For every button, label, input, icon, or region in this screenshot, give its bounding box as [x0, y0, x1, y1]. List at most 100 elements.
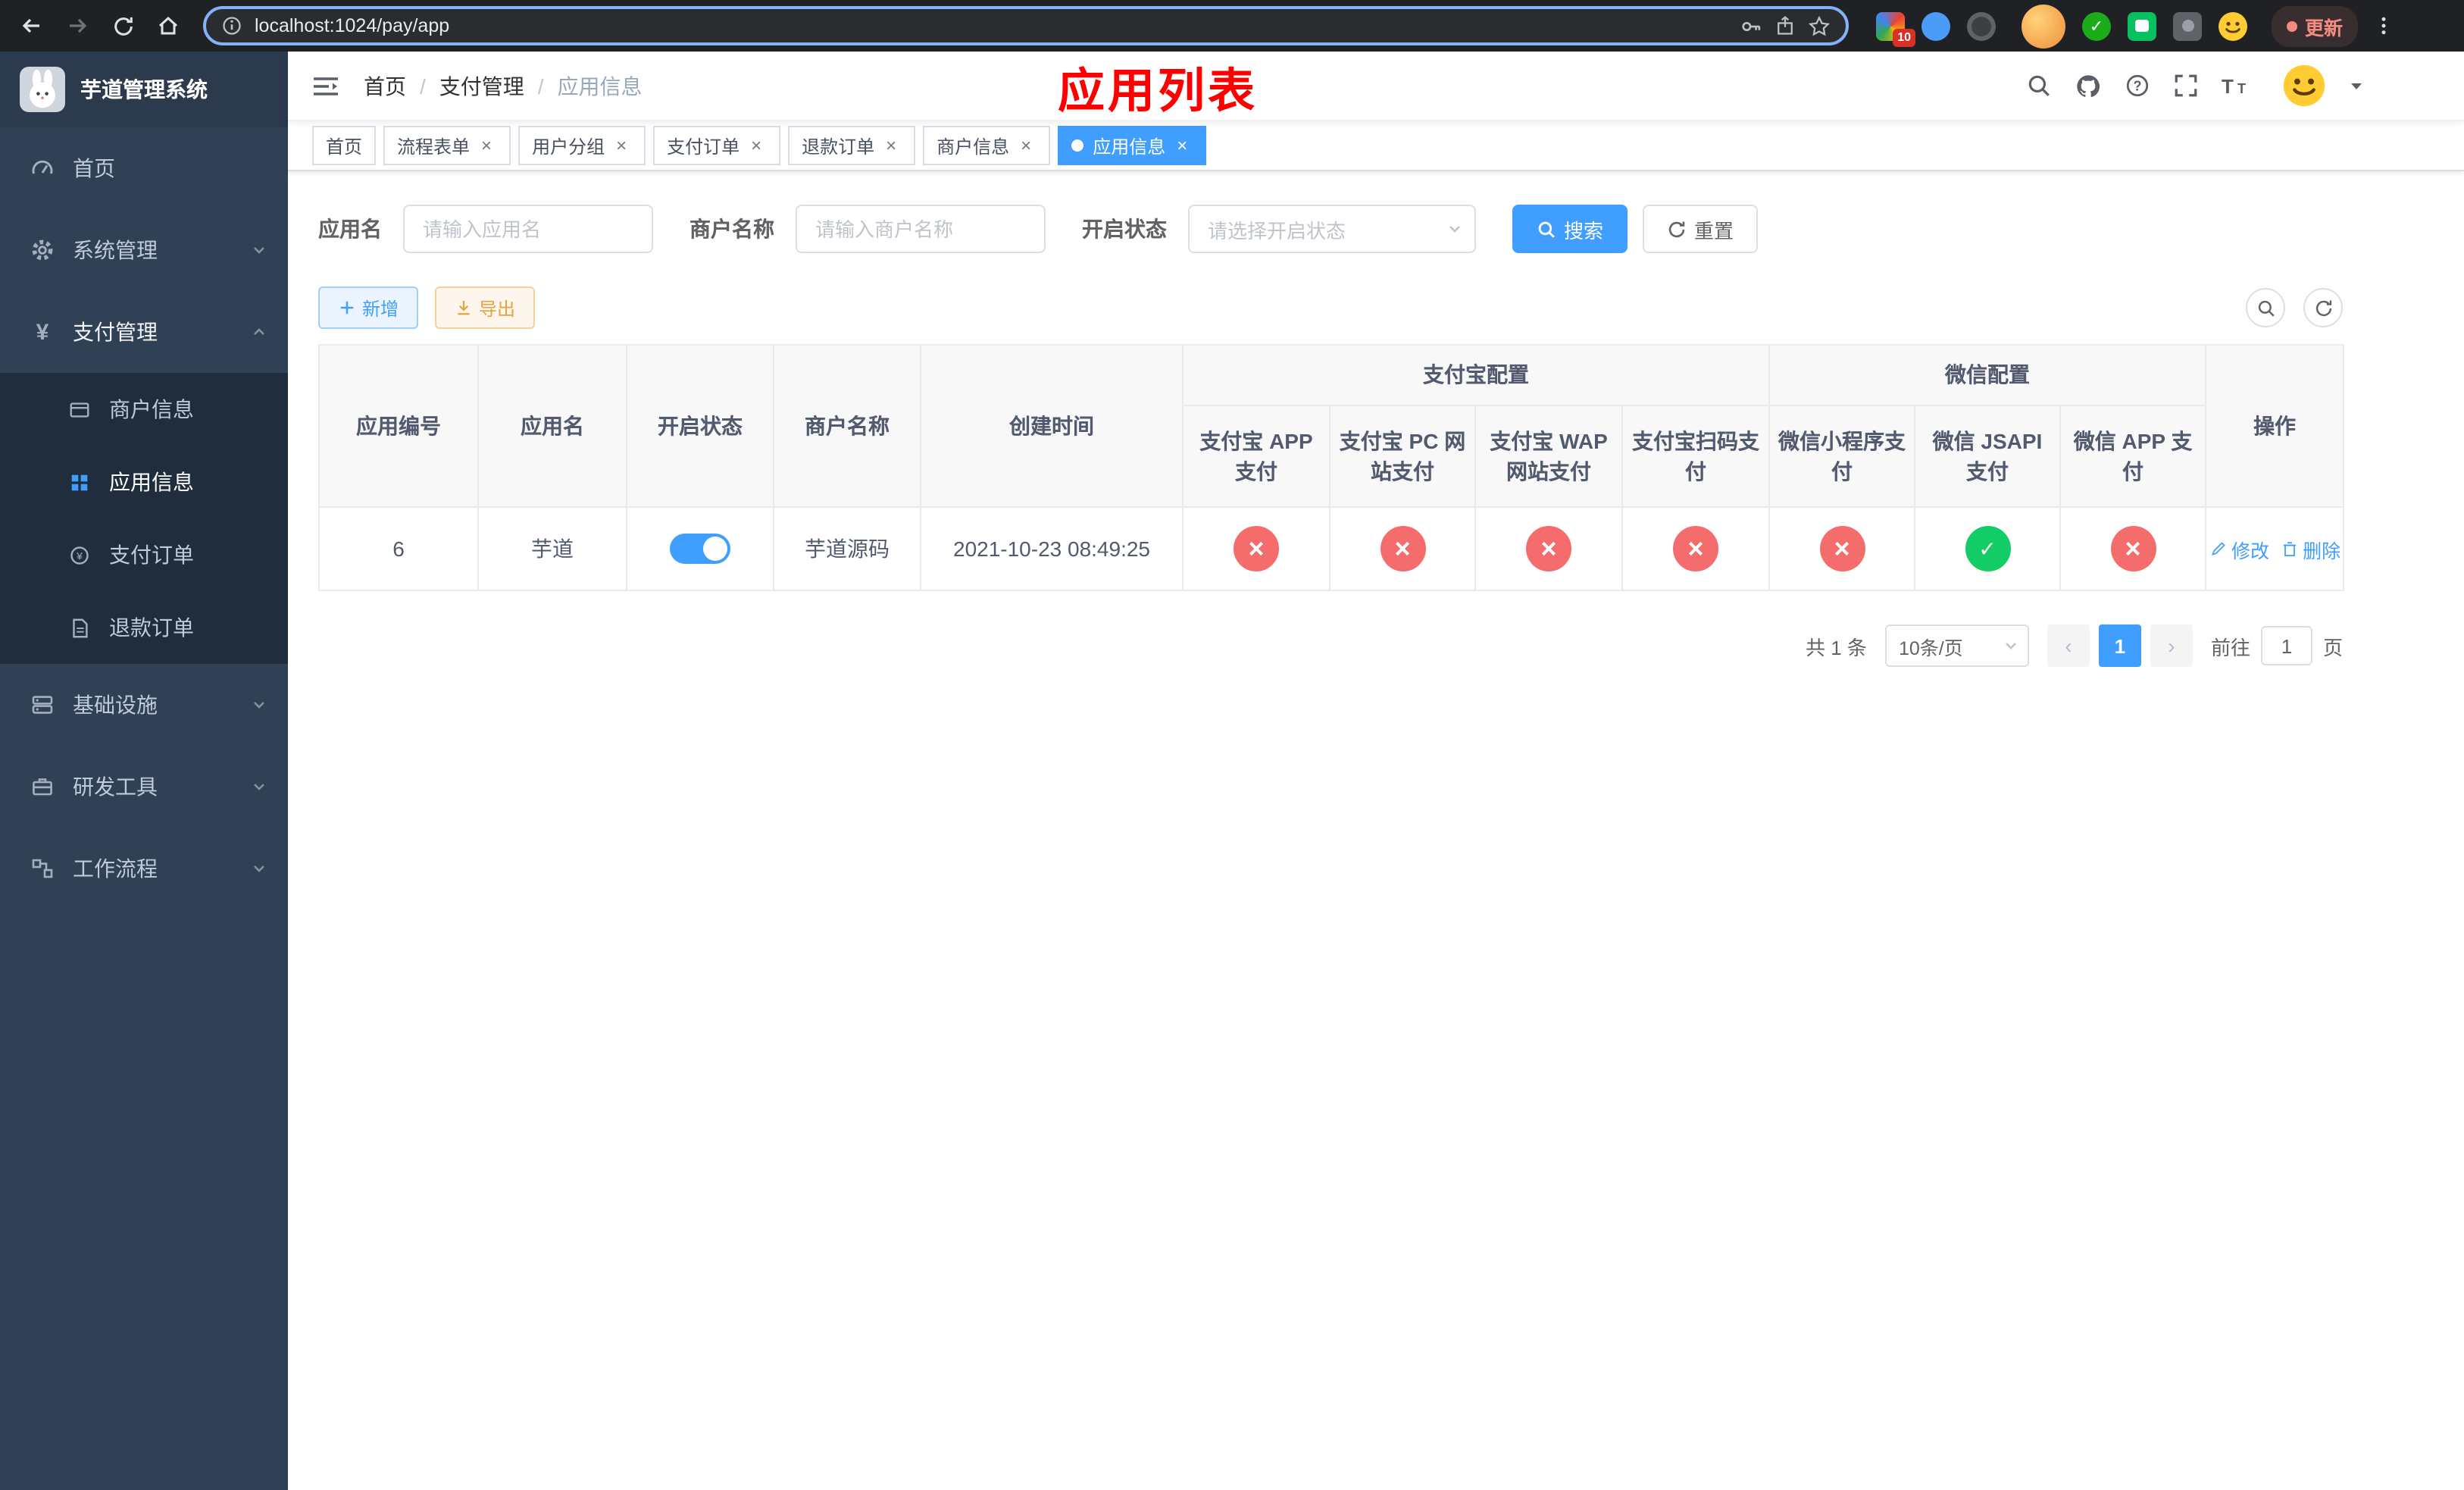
extension-emoji-icon[interactable] — [2219, 11, 2247, 40]
enabled-toggle[interactable] — [670, 534, 730, 564]
close-icon[interactable]: × — [1015, 135, 1037, 156]
address-bar[interactable]: localhost:1024/pay/app — [203, 6, 1849, 45]
refresh-table-button[interactable] — [2303, 288, 2343, 327]
col-header-actions: 操作 — [2205, 344, 2345, 508]
extension-green-check-icon[interactable] — [2082, 11, 2111, 40]
tab-merchant-info[interactable]: 商户信息 × — [923, 126, 1051, 165]
card-icon — [67, 397, 91, 421]
browser-update-button[interactable]: 更新 — [2272, 5, 2359, 46]
chevron-up-icon — [252, 324, 267, 340]
col-header-app-name: 应用名 — [477, 344, 627, 508]
tab-user-group[interactable]: 用户分组 × — [518, 126, 646, 165]
sidebar-collapse-icon[interactable] — [312, 74, 339, 98]
cell-merchant: 芋道源码 — [773, 506, 921, 591]
password-key-icon[interactable] — [1740, 14, 1762, 37]
sidebar-item-home[interactable]: 首页 — [0, 127, 288, 209]
status-select[interactable]: 请选择开启状态 — [1188, 205, 1476, 253]
close-icon[interactable]: × — [476, 135, 497, 156]
text-size-icon[interactable]: TT — [2222, 74, 2250, 97]
prev-page-button[interactable]: ‹ — [2047, 624, 2090, 667]
goto-unit: 页 — [2322, 636, 2343, 659]
extension-puzzle-icon[interactable] — [2173, 11, 2202, 40]
svg-text:?: ? — [2133, 78, 2141, 93]
user-avatar[interactable] — [2282, 64, 2326, 108]
bookmark-star-icon[interactable] — [1808, 14, 1831, 37]
current-page-button[interactable]: 1 — [2098, 624, 2141, 667]
update-dot-icon — [2287, 20, 2297, 31]
app-table: 应用编号 应用名 开启状态 商户名称 创建时间 支付宝配置 微信配置 操作 支付… — [318, 344, 2345, 591]
sidebar-item-payment-orders[interactable]: ¥ 支付订单 — [0, 518, 288, 591]
payment-submenu: 商户信息 应用信息 ¥ 支付订单 退款订单 — [0, 373, 288, 664]
search-icon[interactable] — [2026, 73, 2052, 99]
tab-app-info[interactable]: 应用信息 × — [1058, 126, 1207, 165]
extension-dark-icon[interactable] — [1967, 11, 1996, 40]
extension-adblock-icon[interactable]: 10 — [1876, 11, 1915, 46]
col-header-alipay-wap: 支付宝 WAP 网站支付 — [1474, 405, 1623, 508]
reset-button[interactable]: 重置 — [1643, 205, 1759, 253]
col-header-alipay-app: 支付宝 APP 支付 — [1182, 405, 1330, 508]
add-button[interactable]: 新增 — [318, 286, 419, 329]
search-icon — [1537, 219, 1556, 239]
fullscreen-icon[interactable] — [2173, 73, 2199, 99]
browser-back-button[interactable] — [12, 6, 52, 45]
delete-button[interactable]: 删除 — [2280, 534, 2340, 563]
export-button[interactable]: 导出 — [435, 286, 536, 329]
pencil-icon — [2209, 540, 2227, 558]
tags-view: 首页 流程表单 × 用户分组 × 支付订单 × 退款订单 × 商户信息 × 应用… — [288, 121, 2464, 171]
group-header-wechat: 微信配置 — [1768, 344, 2207, 406]
site-info-icon[interactable] — [221, 15, 242, 36]
edit-button[interactable]: 修改 — [2209, 534, 2269, 563]
sidebar-item-refund-orders[interactable]: 退款订单 — [0, 591, 288, 664]
search-button[interactable]: 搜索 — [1512, 205, 1628, 253]
toggle-search-button[interactable] — [2246, 288, 2285, 327]
sidebar-item-app-info[interactable]: 应用信息 — [0, 446, 288, 518]
share-icon[interactable] — [1775, 15, 1796, 36]
chevron-down-icon — [252, 697, 267, 712]
sidebar-item-payment[interactable]: ¥ 支付管理 — [0, 291, 288, 373]
breadcrumb-home[interactable]: 首页 — [364, 70, 406, 101]
next-page-button[interactable]: › — [2150, 624, 2193, 667]
grid-icon — [67, 470, 91, 494]
tab-process-form[interactable]: 流程表单 × — [383, 126, 511, 165]
sidebar: 芋道管理系统 首页 系统管理 ¥ 支付管理 商户信息 应用信息 ¥ 支付订单 退… — [0, 52, 288, 1490]
browser-forward-button[interactable] — [58, 6, 97, 45]
main-area: 首页 / 支付管理 / 应用信息 应用列表 ? T T 首页 流程表单 × 用户… — [288, 52, 2464, 1490]
col-header-alipay-pc: 支付宝 PC 网站支付 — [1329, 405, 1476, 508]
browser-menu-icon[interactable] — [2364, 6, 2403, 45]
close-icon[interactable]: × — [611, 135, 632, 156]
sidebar-item-workflow[interactable]: 工作流程 — [0, 828, 288, 909]
dashboard-icon — [30, 156, 55, 180]
col-header-wechat-jsapi: 微信 JSAPI 支付 — [1914, 405, 2061, 508]
merchant-name-input[interactable] — [796, 205, 1046, 253]
browser-reload-button[interactable] — [103, 6, 142, 45]
logo-image — [20, 67, 65, 112]
extension-wechat-devtools-icon[interactable] — [2128, 11, 2156, 40]
app-logo[interactable]: 芋道管理系统 — [0, 52, 288, 127]
tab-home[interactable]: 首页 — [312, 126, 377, 165]
cell-app-id: 6 — [318, 506, 479, 591]
help-icon[interactable]: ? — [2125, 73, 2150, 99]
avatar-caret-icon[interactable] — [2349, 78, 2364, 93]
sidebar-item-devtools[interactable]: 研发工具 — [0, 746, 288, 828]
extension-avatar-icon[interactable]: 1 — [2022, 4, 2065, 48]
sidebar-item-system[interactable]: 系统管理 — [0, 209, 288, 291]
breadcrumb-payment[interactable]: 支付管理 — [439, 70, 524, 101]
breadcrumb-current: 应用信息 — [557, 74, 643, 98]
extension-blue-icon[interactable] — [1921, 11, 1950, 40]
tab-refund-orders[interactable]: 退款订单 × — [788, 126, 916, 165]
chevron-down-icon — [2003, 638, 2018, 653]
close-icon[interactable]: × — [746, 135, 767, 156]
github-icon[interactable] — [2075, 72, 2102, 99]
status-alipay-app-icon — [1234, 526, 1279, 571]
close-icon[interactable]: × — [880, 135, 902, 156]
close-icon[interactable]: × — [1171, 135, 1193, 156]
svg-text:T: T — [2222, 75, 2234, 97]
sidebar-item-merchant-info[interactable]: 商户信息 — [0, 373, 288, 446]
page-size-select[interactable]: 10条/页 — [1884, 624, 2029, 667]
app-name-input[interactable] — [403, 205, 653, 253]
annotation-title: 应用列表 — [1058, 64, 1258, 117]
tab-payment-orders[interactable]: 支付订单 × — [653, 126, 781, 165]
browser-home-button[interactable] — [149, 6, 188, 45]
sidebar-item-infrastructure[interactable]: 基础设施 — [0, 664, 288, 746]
goto-page-input[interactable] — [2260, 626, 2312, 665]
